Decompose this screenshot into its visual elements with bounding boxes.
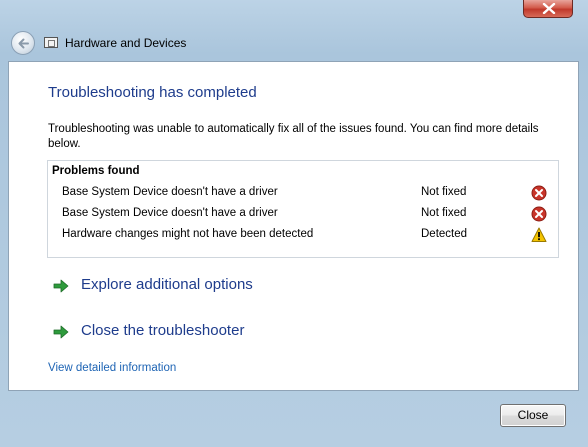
content-panel: Troubleshooting has completed Troublesho… [8, 61, 579, 391]
problem-status: Not fixed [421, 186, 467, 198]
problem-name: Hardware changes might not have been det… [62, 228, 314, 240]
view-detailed-information-link[interactable]: View detailed information [48, 362, 176, 374]
green-arrow-icon [53, 279, 69, 293]
explore-options-link[interactable]: Explore additional options [53, 275, 353, 299]
green-arrow-icon [53, 325, 69, 339]
problem-status: Not fixed [421, 207, 467, 219]
error-icon [531, 206, 547, 222]
problems-title: Problems found [52, 165, 140, 177]
problem-name: Base System Device doesn't have a driver [62, 186, 278, 198]
page-description: Troubleshooting was unable to automatica… [48, 123, 539, 150]
close-button[interactable]: Close [500, 404, 566, 427]
error-icon [531, 185, 547, 201]
explore-options-label: Explore additional options [81, 276, 253, 293]
problem-row: Hardware changes might not have been det… [48, 226, 558, 246]
close-icon [542, 3, 556, 14]
problem-status: Detected [421, 228, 468, 240]
problem-row: Base System Device doesn't have a driver… [48, 184, 558, 204]
close-troubleshooter-label: Close the troubleshooter [81, 322, 245, 339]
window-close-button[interactable] [523, 0, 573, 18]
problem-row: Base System Device doesn't have a driver… [48, 205, 558, 225]
back-arrow-icon [18, 38, 29, 49]
problem-name: Base System Device doesn't have a driver [62, 207, 278, 219]
dialog-footer: Close [0, 391, 588, 447]
warning-icon [531, 227, 547, 242]
back-button[interactable] [11, 31, 35, 55]
problems-found-box: Problems found Base System Device doesn'… [47, 160, 559, 258]
window-title: Hardware and Devices [65, 36, 187, 50]
close-troubleshooter-link[interactable]: Close the troubleshooter [53, 321, 353, 345]
hardware-devices-icon [44, 37, 58, 48]
page-title: Troubleshooting has completed [48, 84, 257, 101]
navigation-bar: Hardware and Devices [0, 26, 588, 60]
